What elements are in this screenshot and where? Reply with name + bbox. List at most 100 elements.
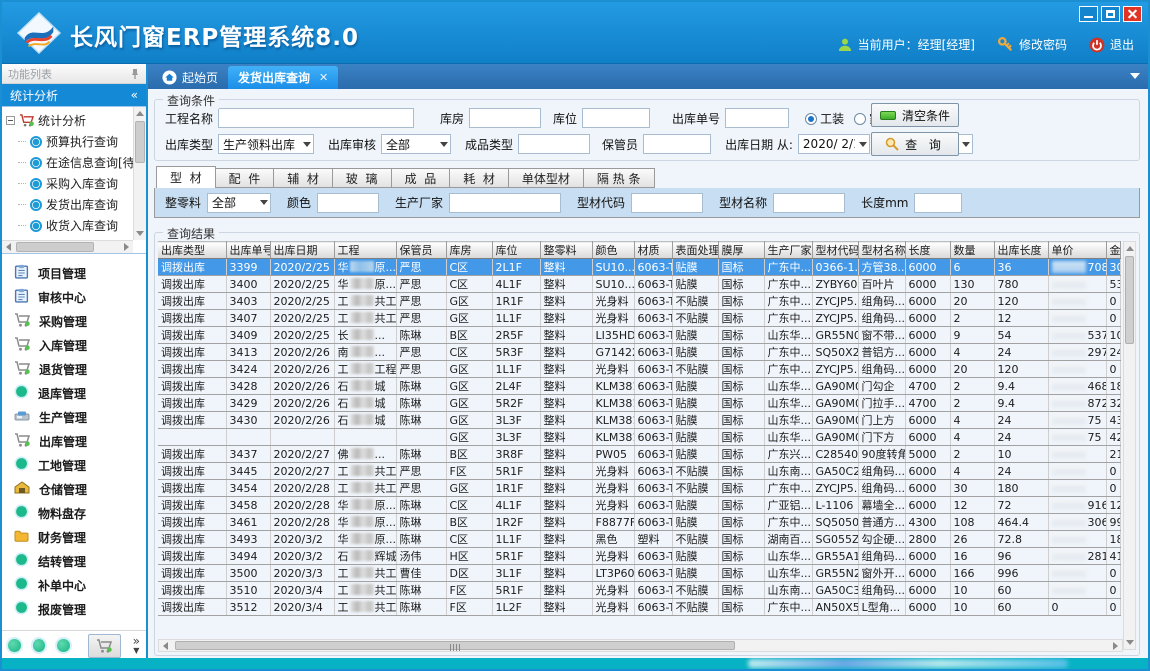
project-name-input[interactable] bbox=[218, 108, 414, 128]
sidebar-item-仓储管理[interactable]: 仓储管理 bbox=[2, 477, 146, 501]
material-tab[interactable]: 辅 材 bbox=[274, 168, 333, 188]
sidebar-item-退货管理[interactable]: 退货管理 bbox=[2, 357, 146, 381]
audit-select[interactable]: 全部 bbox=[381, 134, 451, 154]
sidebar-item-补单中心[interactable]: 补单中心 bbox=[2, 573, 146, 597]
table-row[interactable]: 调拨出库34132020/2/26南...严思C区5R3F整料G71422606… bbox=[158, 344, 1120, 361]
order-no-input[interactable] bbox=[725, 108, 789, 128]
tree-root-statistics[interactable]: 统计分析 bbox=[6, 110, 133, 131]
material-tab[interactable]: 单体型材 bbox=[509, 168, 584, 188]
column-header[interactable]: 生产厂家 bbox=[764, 242, 812, 259]
scroll-right-icon[interactable] bbox=[1113, 642, 1118, 650]
sidebar-item-工地管理[interactable]: 工地管理 bbox=[2, 453, 146, 477]
sidebar-item-物料盘存[interactable]: 物料盘存 bbox=[2, 501, 146, 525]
table-row[interactable]: 调拨出库34612020/2/28华原...陈琳B区1R2F整料F8877FT6… bbox=[158, 514, 1120, 531]
profile-code-input[interactable] bbox=[631, 193, 703, 213]
table-row[interactable]: 调拨出库34302020/2/26石城陈琳G区3L3F整料KLM38176063… bbox=[158, 412, 1120, 429]
tree-horizontal-scrollbar[interactable] bbox=[2, 240, 133, 253]
sidebar-item-退库管理[interactable]: 退库管理 bbox=[2, 381, 146, 405]
column-header[interactable]: 金 bbox=[1106, 242, 1120, 259]
out-type-select[interactable]: 生产领料出库 bbox=[218, 134, 314, 154]
sidebar-item-财务管理[interactable]: 财务管理 bbox=[2, 525, 146, 549]
tab-list-dropdown-icon[interactable] bbox=[1130, 73, 1140, 79]
sidebar-item-结转管理[interactable]: 结转管理 bbox=[2, 549, 146, 573]
table-row[interactable]: 调拨出库35102020/3/4工共工程陈琳F区5R1F整料光身料6063-T5… bbox=[158, 582, 1120, 599]
column-header[interactable]: 出库单号 bbox=[226, 242, 270, 259]
tree-item[interactable]: 预算执行查询 bbox=[6, 131, 133, 152]
collapsed-module-icon[interactable] bbox=[33, 639, 46, 652]
warehouse-input[interactable] bbox=[469, 108, 541, 128]
scroll-up-icon[interactable] bbox=[1126, 246, 1134, 251]
scroll-down-icon[interactable] bbox=[136, 231, 144, 236]
profile-name-input[interactable] bbox=[773, 193, 845, 213]
table-row[interactable]: 调拨出库34542020/2/28工共工程严思G区1R1F整料光身料6063-T… bbox=[158, 480, 1120, 497]
tree-expander-icon[interactable] bbox=[6, 116, 15, 125]
tree-item[interactable]: 在途信息查询[待 bbox=[6, 152, 133, 173]
collapse-icon[interactable]: « bbox=[131, 88, 138, 102]
table-row[interactable]: 调拨出库35002020/3/3工共工程曹佳D区3L1F整料LT3P606063… bbox=[158, 565, 1120, 582]
tree-item[interactable]: 采购入库查询 bbox=[6, 173, 133, 194]
table-row[interactable]: 调拨出库34242020/2/26工工程严思G区1L1F整料光身料6063-T5… bbox=[158, 361, 1120, 378]
table-scroll-thumb-h[interactable] bbox=[175, 641, 735, 650]
column-header[interactable]: 库位 bbox=[492, 242, 540, 259]
table-row[interactable]: 调拨出库34032020/2/25工共工程严思G区1R1F整料光身料6063-T… bbox=[158, 293, 1120, 310]
sidebar-item-采购管理[interactable]: 采购管理 bbox=[2, 309, 146, 333]
change-password-button[interactable]: 修改密码 bbox=[997, 36, 1067, 53]
radio-industrial[interactable]: 工装 bbox=[805, 110, 844, 127]
maximize-button[interactable] bbox=[1101, 6, 1120, 22]
table-scroll-thumb[interactable] bbox=[1125, 256, 1134, 344]
column-header[interactable]: 型材名称 bbox=[858, 242, 905, 259]
sidebar-item-报废管理[interactable]: 报废管理 bbox=[2, 597, 146, 621]
table-row[interactable]: 调拨出库34092020/2/25长...陈琳B区2R5F整料LI35HD606… bbox=[158, 327, 1120, 344]
more-buttons-chevron[interactable]: »▼ bbox=[133, 637, 140, 655]
section-header-statistics[interactable]: 统计分析 « bbox=[2, 84, 146, 106]
table-row[interactable]: 调拨出库34932020/3/2华原...陈琳C区1L1F整料黑色塑料不贴膜国标… bbox=[158, 531, 1120, 548]
keeper-input[interactable] bbox=[643, 134, 711, 154]
sidebar-item-审核中心[interactable]: 审核中心 bbox=[2, 285, 146, 309]
table-row[interactable]: 调拨出库34582020/2/28华原...陈琳C区4L1F整料光身料6063-… bbox=[158, 497, 1120, 514]
tab-home[interactable]: 起始页 bbox=[152, 66, 228, 89]
tree-item[interactable]: 发货出库查询 bbox=[6, 194, 133, 215]
tab-outbound-query[interactable]: 发货出库查询 ✕ bbox=[228, 66, 338, 89]
column-header[interactable]: 颜色 bbox=[592, 242, 634, 259]
column-header[interactable]: 数量 bbox=[950, 242, 994, 259]
sidebar-item-项目管理[interactable]: 项目管理 bbox=[2, 261, 146, 285]
table-row[interactable]: 调拨出库34452020/2/27工共工程严思F区5R1F整料光身料6063-T… bbox=[158, 463, 1120, 480]
scroll-left-icon[interactable] bbox=[163, 642, 168, 650]
column-header[interactable]: 单价 bbox=[1048, 242, 1106, 259]
slot-input[interactable] bbox=[582, 108, 650, 128]
column-header[interactable]: 出库长度 bbox=[994, 242, 1048, 259]
tab-close-icon[interactable]: ✕ bbox=[319, 71, 328, 84]
table-vertical-scrollbar[interactable] bbox=[1123, 241, 1136, 650]
table-row[interactable]: 调拨出库35122020/3/4工共工程陈琳F区1L2F整料光身料6063-T5… bbox=[158, 599, 1120, 616]
clear-conditions-button[interactable]: 清空条件 bbox=[871, 103, 959, 127]
table-row[interactable]: 调拨出库34292020/2/26石城陈琳G区5R2F整料KLM38176063… bbox=[158, 395, 1120, 412]
material-tab[interactable]: 耗 材 bbox=[450, 168, 509, 188]
table-row[interactable]: 调拨出库34942020/3/2石辉城汤伟H区5R1F整料光身料6063-T5贴… bbox=[158, 548, 1120, 565]
date-from-select[interactable]: 2020/ 2/16 bbox=[798, 134, 870, 154]
collapsed-module-icon[interactable] bbox=[57, 639, 70, 652]
table-row[interactable]: 调拨出库34072020/2/25工共工程严思G区1L1F整料光身料6063-T… bbox=[158, 310, 1120, 327]
scroll-down-icon[interactable] bbox=[1126, 640, 1134, 645]
material-tab[interactable]: 成 品 bbox=[392, 168, 451, 188]
table-row[interactable]: 调拨出库34282020/2/26石城陈琳G区2L4F整料KLM38176063… bbox=[158, 378, 1120, 395]
table-row[interactable]: G区3L3F整料KLM38176063-T5贴膜国标山东华...GA90M09.… bbox=[158, 429, 1120, 446]
table-row[interactable]: 调拨出库33992020/2/25华原...严思C区2L1F整料SU10...6… bbox=[158, 259, 1120, 276]
column-header[interactable]: 型材代码 bbox=[812, 242, 858, 259]
material-tab[interactable]: 型 材 bbox=[156, 166, 216, 188]
tree-scroll-thumb[interactable] bbox=[135, 121, 145, 163]
tree-scroll-thumb-h[interactable] bbox=[16, 242, 94, 252]
product-type-input[interactable] bbox=[518, 134, 590, 154]
sidebar-item-出库管理[interactable]: 出库管理 bbox=[2, 429, 146, 453]
scroll-right-icon[interactable] bbox=[124, 243, 129, 251]
table-row[interactable]: 调拨出库34372020/2/27佛...陈琳B区3R8F整料PW056063-… bbox=[158, 446, 1120, 463]
scroll-left-icon[interactable] bbox=[6, 243, 11, 251]
length-input[interactable] bbox=[914, 193, 962, 213]
tree-vertical-scrollbar[interactable] bbox=[133, 107, 146, 240]
material-tab[interactable]: 玻 璃 bbox=[333, 168, 392, 188]
column-header[interactable]: 膜厚 bbox=[718, 242, 764, 259]
column-header[interactable]: 材质 bbox=[634, 242, 672, 259]
search-button[interactable]: 查 询 bbox=[871, 132, 959, 156]
material-tab[interactable]: 隔 热 条 bbox=[584, 168, 655, 188]
sidebar-item-生产管理[interactable]: 生产管理 bbox=[2, 405, 146, 429]
statistics-module-button[interactable] bbox=[88, 634, 121, 658]
